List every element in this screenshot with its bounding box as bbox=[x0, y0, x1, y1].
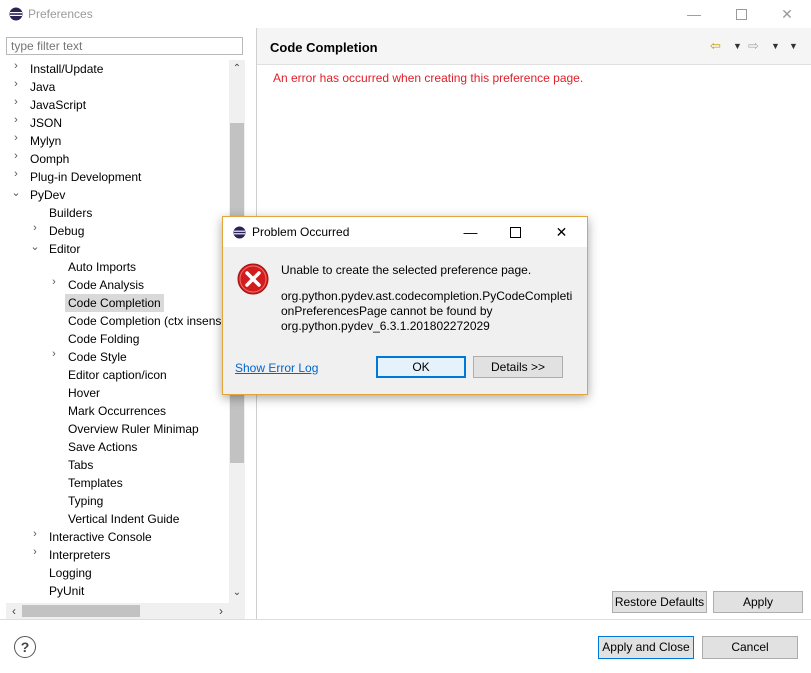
dialog-maximize-button[interactable] bbox=[493, 217, 538, 247]
forward-arrow-icon[interactable]: ⇨ bbox=[748, 38, 759, 54]
tree-item-install-update[interactable]: Install/Update bbox=[30, 60, 103, 78]
close-icon: ✕ bbox=[781, 5, 793, 22]
minimize-icon: — bbox=[687, 6, 701, 22]
maximize-button[interactable] bbox=[718, 0, 764, 28]
page-error-message: An error has occurred when creating this… bbox=[273, 71, 584, 85]
view-menu-icon[interactable]: ▼ bbox=[789, 41, 798, 51]
tree-item-pydev[interactable]: PyDev bbox=[30, 186, 65, 204]
tree-item-templates[interactable]: Templates bbox=[68, 474, 123, 492]
maximize-icon bbox=[510, 226, 521, 238]
tree-item-pyunit[interactable]: PyUnit bbox=[49, 582, 84, 600]
tree-item-builders[interactable]: Builders bbox=[49, 204, 92, 222]
dialog-detail-line: org.python.pydev_6.3.1.201802272029 bbox=[281, 319, 490, 333]
tree-item-mylyn[interactable]: Mylyn bbox=[30, 132, 61, 150]
dialog-minimize-button[interactable]: — bbox=[448, 217, 493, 247]
back-arrow-icon[interactable]: ⇦ bbox=[710, 38, 721, 54]
window-title: Preferences bbox=[28, 7, 93, 21]
restore-defaults-button[interactable]: Restore Defaults bbox=[612, 591, 707, 613]
error-icon bbox=[237, 263, 269, 295]
close-window-button[interactable]: ✕ bbox=[764, 0, 810, 28]
dialog-detail-line: onPreferencesPage cannot be found by bbox=[281, 304, 493, 318]
tree-item-auto-imports[interactable]: Auto Imports bbox=[68, 258, 136, 276]
collapse-icon[interactable]: ⌄ bbox=[10, 186, 22, 204]
tree-item-editor-caption-icon[interactable]: Editor caption/icon bbox=[68, 366, 167, 384]
eclipse-logo-icon bbox=[9, 7, 23, 21]
tree-item-java[interactable]: Java bbox=[30, 78, 55, 96]
expand-icon[interactable]: › bbox=[10, 78, 22, 96]
tree-item-mark-occurrences[interactable]: Mark Occurrences bbox=[68, 402, 166, 420]
tree-item-plugin-development[interactable]: Plug-in Development bbox=[30, 168, 141, 186]
apply-and-close-button[interactable]: Apply and Close bbox=[598, 636, 694, 659]
bottom-separator bbox=[0, 619, 811, 620]
tree-item-code-completion-ctx[interactable]: Code Completion (ctx insensi bbox=[68, 312, 224, 330]
details-button[interactable]: Details >> bbox=[473, 356, 563, 378]
tree-item-logging[interactable]: Logging bbox=[49, 564, 92, 582]
tree-item-typing[interactable]: Typing bbox=[68, 492, 103, 510]
tree-item-tabs[interactable]: Tabs bbox=[68, 456, 93, 474]
minimize-icon: — bbox=[463, 224, 478, 240]
dialog-title: Problem Occurred bbox=[252, 225, 350, 239]
scroll-right-icon[interactable]: › bbox=[214, 604, 228, 618]
tree-item-debug[interactable]: Debug bbox=[49, 222, 84, 240]
tree-item-save-actions[interactable]: Save Actions bbox=[68, 438, 137, 456]
expand-icon[interactable]: › bbox=[10, 132, 22, 150]
expand-icon[interactable]: › bbox=[10, 114, 22, 132]
minimize-button[interactable]: — bbox=[671, 0, 717, 28]
tree-item-oomph[interactable]: Oomph bbox=[30, 150, 69, 168]
filter-input[interactable] bbox=[6, 37, 243, 55]
dialog-message: Unable to create the selected preference… bbox=[281, 263, 532, 277]
expand-icon[interactable]: › bbox=[10, 60, 22, 78]
scroll-up-icon[interactable]: ⌃ bbox=[230, 63, 244, 74]
tree-item-code-completion[interactable]: Code Completion bbox=[65, 294, 164, 312]
expand-icon[interactable]: › bbox=[29, 546, 41, 564]
expand-icon[interactable]: › bbox=[48, 348, 60, 366]
back-history-dropdown-icon[interactable]: ▼ bbox=[733, 41, 742, 51]
preference-tree: › Install/Update › Java › JavaScript › J… bbox=[6, 60, 244, 604]
dialog-detail: org.python.pydev.ast.codecompletion.PyCo… bbox=[281, 289, 581, 334]
expand-icon[interactable]: › bbox=[10, 150, 22, 168]
scroll-down-icon[interactable]: ⌄ bbox=[230, 587, 244, 598]
tree-item-overview-ruler-minimap[interactable]: Overview Ruler Minimap bbox=[68, 420, 199, 438]
tree-item-editor[interactable]: Editor bbox=[49, 240, 80, 258]
cancel-button[interactable]: Cancel bbox=[702, 636, 798, 659]
tree-item-interactive-console[interactable]: Interactive Console bbox=[49, 528, 152, 546]
show-error-log-link[interactable]: Show Error Log bbox=[235, 361, 318, 375]
collapse-icon[interactable]: ⌄ bbox=[29, 240, 41, 258]
expand-icon[interactable]: › bbox=[29, 222, 41, 240]
expand-icon[interactable]: › bbox=[48, 276, 60, 294]
tree-item-code-analysis[interactable]: Code Analysis bbox=[68, 276, 144, 294]
tree-horizontal-scroll-thumb[interactable] bbox=[22, 605, 140, 617]
close-icon: ✕ bbox=[555, 223, 568, 240]
tree-item-hover[interactable]: Hover bbox=[68, 384, 100, 402]
expand-icon[interactable]: › bbox=[10, 96, 22, 114]
page-title: Code Completion bbox=[270, 40, 378, 55]
tree-item-json[interactable]: JSON bbox=[30, 114, 62, 132]
tree-item-code-folding[interactable]: Code Folding bbox=[68, 330, 139, 348]
eclipse-logo-icon bbox=[233, 226, 246, 239]
tree-item-interpreters[interactable]: Interpreters bbox=[49, 546, 110, 564]
apply-button[interactable]: Apply bbox=[713, 591, 803, 613]
forward-history-dropdown-icon[interactable]: ▼ bbox=[771, 41, 780, 51]
tree-item-vertical-indent-guide[interactable]: Vertical Indent Guide bbox=[68, 510, 179, 528]
scroll-left-icon[interactable]: ‹ bbox=[7, 604, 21, 618]
tree-item-code-style[interactable]: Code Style bbox=[68, 348, 127, 366]
maximize-icon bbox=[735, 8, 747, 20]
ok-button[interactable]: OK bbox=[376, 356, 466, 378]
tree-item-javascript[interactable]: JavaScript bbox=[30, 96, 86, 114]
expand-icon[interactable]: › bbox=[29, 528, 41, 546]
problem-dialog: Problem Occurred — ✕ Unable to create th… bbox=[222, 216, 588, 395]
help-icon[interactable]: ? bbox=[14, 636, 36, 658]
dialog-close-button[interactable]: ✕ bbox=[539, 217, 584, 247]
dialog-detail-line: org.python.pydev.ast.codecompletion.PyCo… bbox=[281, 289, 573, 303]
expand-icon[interactable]: › bbox=[10, 168, 22, 186]
